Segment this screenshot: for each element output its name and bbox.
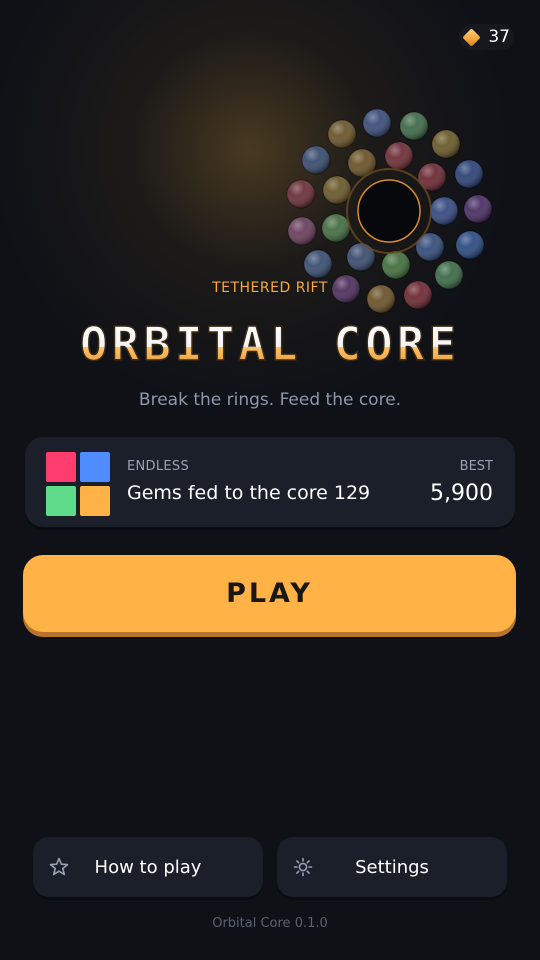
- game-title: ORBITAL CORE: [79, 316, 460, 372]
- game-subtitle: TETHERED RIFT: [212, 280, 328, 296]
- orbit-gem-shine: [385, 142, 413, 170]
- mode-description: Gems fed to the core 129: [127, 482, 371, 504]
- orbit-gem-shine: [288, 217, 316, 245]
- play-button-label: PLAY: [226, 578, 313, 609]
- orbit-gem-shine: [287, 180, 315, 208]
- orbit-gem-shine: [456, 231, 484, 259]
- orbit-gem-shine: [455, 160, 483, 188]
- mode-label: ENDLESS: [127, 459, 190, 474]
- orbit-gem-shine: [302, 146, 330, 174]
- orbit-gem-shine: [328, 120, 356, 148]
- game-tagline: Break the rings. Feed the core.: [138, 390, 402, 410]
- orbit-gem-shine: [464, 195, 492, 223]
- endless-mode-card[interactable]: ENDLESS Gems fed to the core 129 BEST 5,…: [25, 437, 515, 527]
- orbit-gem-shine: [322, 214, 350, 242]
- orbit-gem-shine: [323, 176, 351, 204]
- orbit-gem-shine: [382, 251, 410, 279]
- play-button[interactable]: PLAY: [23, 555, 516, 632]
- best-score-value: 5,900: [430, 481, 493, 506]
- orbit-gem-shine: [363, 109, 391, 137]
- endless-mode-icon: [46, 452, 110, 516]
- settings-label: Settings: [355, 857, 429, 878]
- orbit-gem-shine: [432, 130, 460, 158]
- orbital-core-artwork: [286, 108, 493, 314]
- orbit-gem-shine: [430, 197, 458, 225]
- orbit-gem-shine: [304, 250, 332, 278]
- orbit-gem-shine: [347, 243, 375, 271]
- best-score-label: BEST: [459, 459, 493, 474]
- settings-button[interactable]: Settings: [277, 837, 507, 897]
- core-hole: [357, 179, 421, 243]
- orbit-gem-shine: [416, 233, 444, 261]
- version-label: Orbital Core 0.1.0: [212, 916, 328, 931]
- game-title-text: ORBITAL CORE: [80, 317, 460, 371]
- how-to-play-label: How to play: [94, 857, 202, 878]
- orbit-gem-shine: [400, 112, 428, 140]
- how-to-play-button[interactable]: How to play: [33, 837, 263, 897]
